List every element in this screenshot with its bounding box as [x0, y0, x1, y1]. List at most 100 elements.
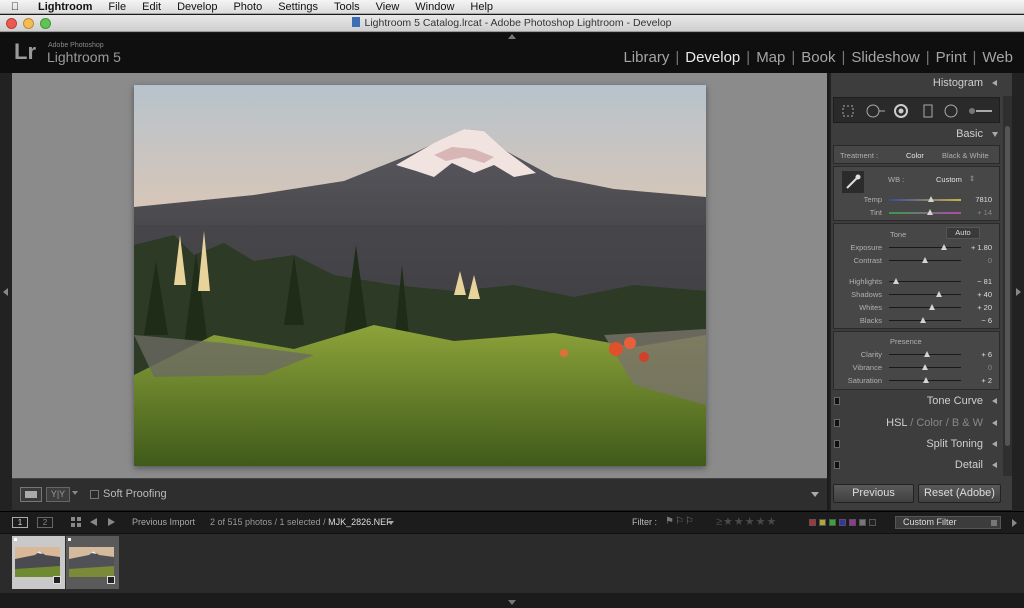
- filename-caret-icon[interactable]: [388, 521, 394, 525]
- grid-view-icon[interactable]: [71, 517, 81, 527]
- slider-value[interactable]: + 6: [958, 350, 992, 359]
- menu-help[interactable]: Help: [462, 0, 501, 14]
- spot-removal-tool-icon[interactable]: [866, 104, 886, 118]
- bw-title[interactable]: B & W: [952, 417, 983, 429]
- top-panel-toggle-icon[interactable]: [508, 34, 516, 39]
- module-map[interactable]: Map: [751, 49, 790, 66]
- tint-value[interactable]: + 14: [958, 208, 992, 217]
- treatment-bw-option[interactable]: Black & White: [942, 151, 989, 160]
- loupe-view-button[interactable]: [20, 487, 42, 502]
- module-library[interactable]: Library: [618, 49, 674, 66]
- previous-button[interactable]: Previous: [833, 484, 914, 503]
- slider-value[interactable]: + 2: [958, 376, 992, 385]
- temp-value[interactable]: 7810: [958, 195, 992, 204]
- menu-view[interactable]: View: [368, 0, 408, 14]
- red-label-filter[interactable]: [809, 519, 816, 526]
- module-slideshow[interactable]: Slideshow: [846, 49, 924, 66]
- panel-histogram-header[interactable]: Histogram: [831, 73, 1001, 93]
- slider-knob[interactable]: [924, 351, 931, 357]
- right-panel-toggle-icon[interactable]: [1016, 288, 1021, 296]
- slider-track[interactable]: [889, 294, 961, 295]
- slider-knob[interactable]: [893, 278, 900, 284]
- slider-track[interactable]: [889, 281, 961, 282]
- photo-preview[interactable]: [134, 85, 706, 466]
- slider-track[interactable]: [889, 307, 961, 308]
- filename[interactable]: MJK_2826.NEF: [328, 517, 392, 527]
- slider-value[interactable]: − 81: [958, 277, 992, 286]
- panel-detail-header[interactable]: Detail: [831, 455, 1001, 475]
- menu-window[interactable]: Window: [407, 0, 462, 14]
- wb-value[interactable]: Custom: [936, 175, 962, 184]
- crop-tool-icon[interactable]: [841, 104, 855, 118]
- panel-scrollbar[interactable]: [1003, 96, 1012, 476]
- toolbar-menu-icon[interactable]: [811, 492, 819, 497]
- tint-slider-knob[interactable]: [927, 209, 934, 215]
- slider-value[interactable]: + 20: [958, 303, 992, 312]
- graduated-filter-tool-icon[interactable]: [921, 104, 935, 118]
- minimize-button[interactable]: [23, 18, 34, 29]
- temp-slider-knob[interactable]: [928, 196, 935, 202]
- soft-proofing-checkbox[interactable]: [90, 490, 99, 499]
- filmstrip-toggle-icon[interactable]: [1012, 519, 1017, 527]
- before-after-caret-icon[interactable]: [72, 491, 78, 495]
- slider-value[interactable]: + 1.80: [958, 243, 992, 252]
- star-filter-icons[interactable]: ≥★★★★★: [716, 515, 777, 528]
- slider-knob[interactable]: [919, 317, 926, 323]
- zoom-button[interactable]: [40, 18, 51, 29]
- slider-value[interactable]: 0: [958, 363, 992, 372]
- other-label-filter[interactable]: [859, 519, 866, 526]
- module-web[interactable]: Web: [977, 49, 1018, 66]
- menu-photo[interactable]: Photo: [225, 0, 270, 14]
- left-panel-toggle-icon[interactable]: [3, 288, 8, 296]
- blue-label-filter[interactable]: [839, 519, 846, 526]
- secondary-display-button[interactable]: 2: [37, 517, 53, 528]
- panel-switch-icon[interactable]: [834, 461, 840, 469]
- menu-file[interactable]: File: [100, 0, 134, 14]
- wb-eyedropper-icon[interactable]: [842, 171, 864, 193]
- hsl-title[interactable]: HSL: [886, 417, 907, 429]
- adjustment-brush-tool-icon[interactable]: [967, 104, 995, 118]
- panel-split-toning-header[interactable]: Split Toning: [831, 434, 1001, 454]
- wb-dropdown-icon[interactable]: ⇕: [969, 174, 975, 183]
- menu-lightroom[interactable]: Lightroom: [30, 0, 100, 14]
- panel-hsl-header[interactable]: HSL / Color / B & W: [831, 413, 1001, 433]
- slider-knob[interactable]: [922, 364, 928, 370]
- temp-slider-track[interactable]: [889, 199, 961, 201]
- slider-value[interactable]: 0: [958, 256, 992, 265]
- slider-value[interactable]: − 6: [958, 316, 992, 325]
- color-title[interactable]: Color: [916, 417, 942, 429]
- tint-slider-track[interactable]: [889, 212, 961, 214]
- yellow-label-filter[interactable]: [819, 519, 826, 526]
- slider-knob[interactable]: [922, 377, 929, 383]
- panel-switch-icon[interactable]: [834, 397, 840, 405]
- radial-filter-tool-icon[interactable]: [944, 104, 958, 118]
- flag-filter-icons[interactable]: ⚑⚐⚐: [665, 516, 695, 527]
- red-eye-tool-icon[interactable]: [894, 104, 908, 118]
- slider-knob[interactable]: [940, 244, 947, 250]
- menu-edit[interactable]: Edit: [134, 0, 169, 14]
- apple-icon[interactable]: : [0, 1, 30, 13]
- primary-display-button[interactable]: 1: [12, 517, 28, 528]
- slider-knob[interactable]: [922, 257, 928, 263]
- panel-tone-curve-header[interactable]: Tone Curve: [831, 391, 1001, 411]
- slider-knob[interactable]: [936, 291, 943, 297]
- treatment-color-option[interactable]: Color: [906, 151, 924, 160]
- menu-tools[interactable]: Tools: [326, 0, 368, 14]
- bottom-panel-toggle-icon[interactable]: [508, 600, 516, 605]
- menu-settings[interactable]: Settings: [270, 0, 326, 14]
- slider-track[interactable]: [889, 247, 961, 248]
- slider-knob[interactable]: [929, 304, 936, 310]
- close-button[interactable]: [6, 18, 17, 29]
- module-book[interactable]: Book: [796, 49, 840, 66]
- back-arrow-icon[interactable]: [90, 518, 97, 526]
- purple-label-filter[interactable]: [849, 519, 856, 526]
- module-print[interactable]: Print: [931, 49, 972, 66]
- scrollbar-thumb[interactable]: [1005, 126, 1010, 446]
- before-after-button[interactable]: Y|Y: [46, 487, 70, 502]
- tone-auto-button[interactable]: Auto: [946, 227, 980, 239]
- forward-arrow-icon[interactable]: [108, 518, 115, 526]
- source-label[interactable]: Previous Import: [132, 517, 195, 527]
- filmstrip-thumbnail[interactable]: [12, 536, 65, 589]
- image-canvas[interactable]: [12, 73, 827, 478]
- green-label-filter[interactable]: [829, 519, 836, 526]
